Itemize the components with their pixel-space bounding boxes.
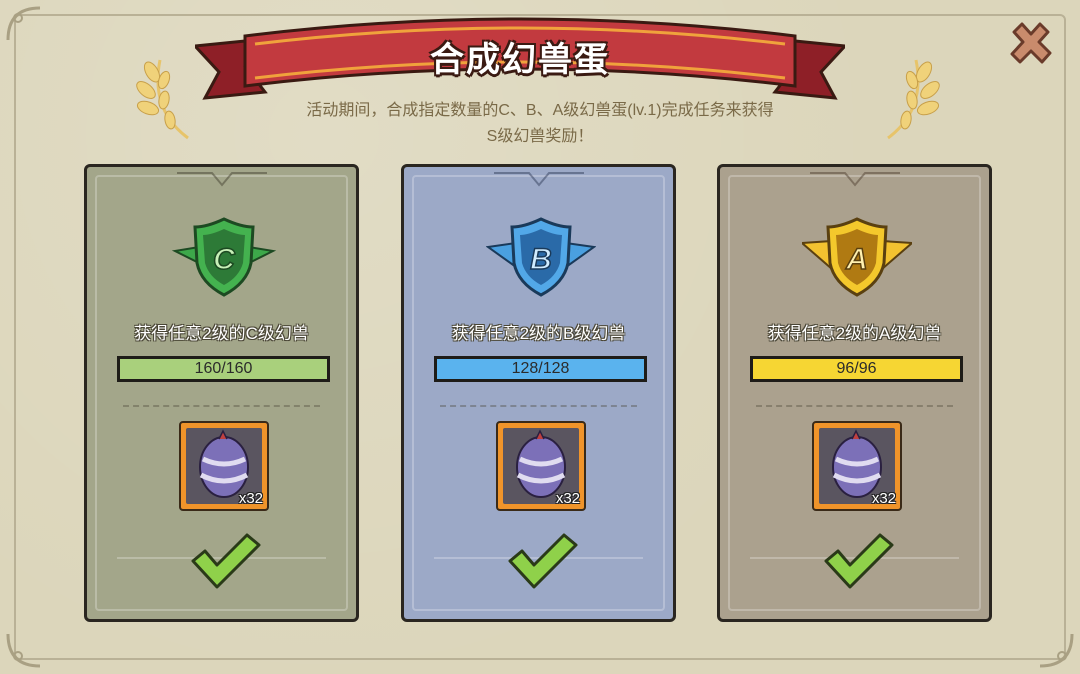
progress-text: 96/96 (836, 360, 877, 377)
divider (756, 405, 953, 407)
check-icon (191, 533, 261, 589)
card-top-ornament-icon (493, 172, 584, 187)
reward-quantity: x32 (555, 490, 580, 507)
task-card-b: B 获得任意2级的B级幻兽 128/128 x32 (401, 164, 676, 622)
reward-item[interactable]: x32 (496, 421, 586, 511)
grade-b-badge-icon: B (486, 217, 596, 297)
grade-a-badge-icon: A (802, 217, 912, 297)
reward-quantity: x32 (238, 490, 263, 507)
reward-quantity: x32 (871, 490, 896, 507)
reward-item[interactable]: x32 (812, 421, 902, 511)
corner-ornament-icon (4, 630, 44, 670)
svg-text:A: A (845, 243, 868, 276)
svg-text:B: B (530, 243, 552, 276)
svg-text:C: C (213, 243, 236, 276)
task-label: 获得任意2级的C级幻兽 (134, 324, 309, 343)
reward-item[interactable]: x32 (179, 421, 269, 511)
card-top-ornament-icon (809, 172, 900, 187)
corner-ornament-icon (1036, 630, 1076, 670)
task-label: 获得任意2级的A级幻兽 (767, 324, 942, 343)
progress-bar: 160/160 (117, 356, 330, 382)
task-card-a: A 获得任意2级的A级幻兽 96/96 x32 (717, 164, 992, 622)
card-top-ornament-icon (176, 172, 267, 187)
progress-text: 160/160 (194, 360, 253, 377)
check-icon (824, 533, 894, 589)
title-ribbon: 合成幻兽蛋 (195, 6, 845, 106)
progress-bar: 128/128 (434, 356, 647, 382)
divider (440, 405, 637, 407)
grade-c-badge-icon: C (171, 217, 277, 297)
close-button[interactable] (1004, 18, 1058, 72)
corner-ornament-icon (4, 4, 44, 44)
close-icon[interactable] (1004, 18, 1058, 72)
check-icon (508, 533, 578, 589)
description-line-1: 活动期间，合成指定数量的C、B、A级幻兽蛋(lv.1)完成任务来获得 (306, 102, 774, 119)
progress-bar: 96/96 (750, 356, 963, 382)
description-line-2: S级幻兽奖励！ (486, 128, 594, 145)
divider (123, 405, 320, 407)
task-card-c: C 获得任意2级的C级幻兽 160/160 x32 (84, 164, 359, 622)
task-label: 获得任意2级的B级幻兽 (451, 324, 626, 343)
progress-text: 128/128 (511, 360, 570, 377)
page-title: 合成幻兽蛋 (430, 41, 610, 79)
